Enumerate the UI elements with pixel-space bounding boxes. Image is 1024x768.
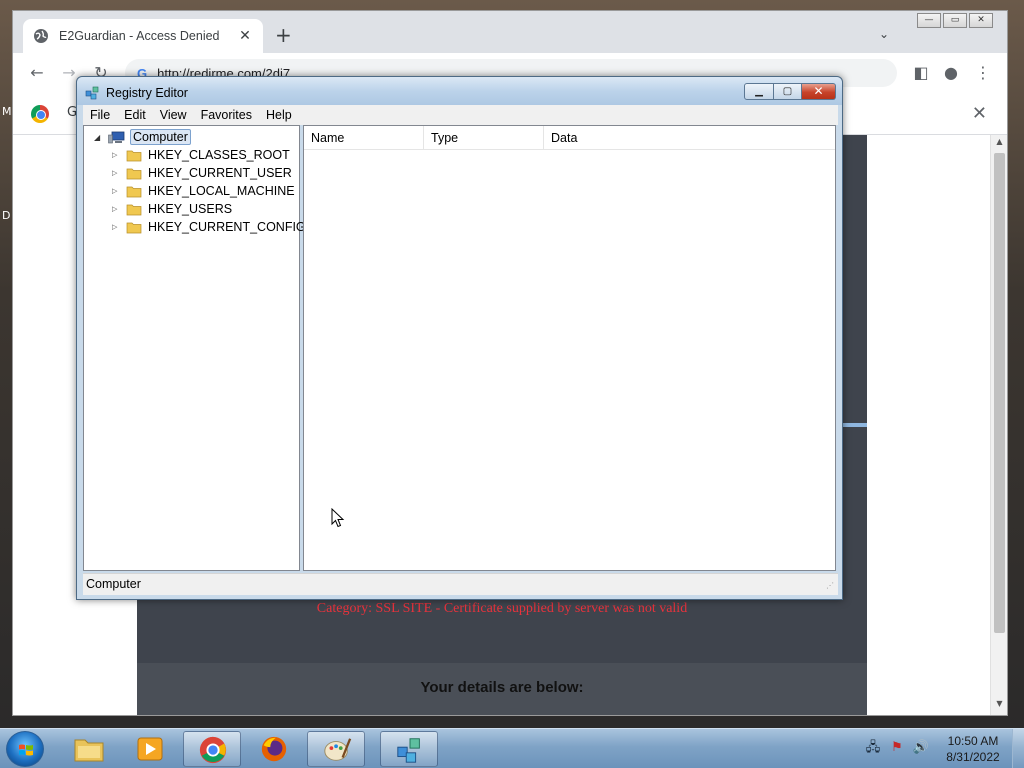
taskbar: 🖧 ⚑ 🔊 10:50 AM 8/31/2022 bbox=[0, 728, 1024, 768]
tree-item[interactable]: ▷ HKEY_CLASSES_ROOT bbox=[112, 147, 290, 163]
new-tab-icon[interactable]: + bbox=[275, 25, 292, 45]
tree-item[interactable]: ▷ HKEY_CURRENT_CONFIG bbox=[112, 219, 306, 235]
tree-label[interactable]: HKEY_USERS bbox=[148, 202, 232, 216]
tree-item[interactable]: ▷ HKEY_CURRENT_USER bbox=[112, 165, 292, 181]
firefox-icon bbox=[261, 736, 287, 762]
regedit-title: Registry Editor bbox=[106, 86, 188, 100]
tree-label[interactable]: HKEY_LOCAL_MACHINE bbox=[148, 184, 295, 198]
chrome-icon bbox=[199, 736, 227, 764]
folder-icon bbox=[126, 204, 142, 215]
expand-icon[interactable]: ▷ bbox=[112, 223, 122, 231]
profile-icon[interactable]: ● bbox=[941, 63, 961, 82]
regedit-icon bbox=[85, 86, 99, 100]
category-message: Category: SSL SITE - Certificate supplie… bbox=[316, 601, 688, 616]
tree-item-computer[interactable]: ◢ Computer bbox=[94, 129, 191, 145]
desktop-letter-m: M bbox=[2, 105, 12, 118]
tree-label[interactable]: HKEY_CURRENT_USER bbox=[148, 166, 292, 180]
computer-icon bbox=[108, 131, 125, 143]
taskbar-chrome[interactable] bbox=[183, 731, 241, 767]
media-player-icon bbox=[137, 737, 163, 761]
list-header: Name Type Data bbox=[304, 126, 835, 150]
taskbar-media-player[interactable] bbox=[121, 731, 179, 767]
minimize-button[interactable]: — bbox=[917, 13, 941, 28]
volume-icon[interactable]: 🔊 bbox=[912, 739, 930, 757]
regedit-icon bbox=[397, 738, 420, 763]
registry-values-list[interactable]: Name Type Data bbox=[303, 125, 836, 571]
details-heading: Your details are below: bbox=[420, 679, 584, 696]
browser-tab[interactable]: E2Guardian - Access Denied ✕ bbox=[23, 19, 263, 53]
page-scrollbar[interactable]: ▲ ▼ bbox=[990, 135, 1007, 715]
folder-icon bbox=[126, 222, 142, 233]
chrome-logo-icon bbox=[31, 105, 49, 123]
registry-tree[interactable]: ◢ Computer ▷ HKEY_CLASSES_ROOT ▷ HKEY_CU… bbox=[83, 125, 306, 571]
tree-label[interactable]: HKEY_CURRENT_CONFIG bbox=[148, 220, 306, 234]
close-button[interactable]: ✕ bbox=[969, 13, 993, 28]
resize-grip-icon[interactable]: ⋰ bbox=[826, 581, 834, 590]
menu-file[interactable]: File bbox=[83, 108, 117, 122]
column-header-type[interactable]: Type bbox=[424, 126, 544, 150]
network-icon[interactable]: 🖧 bbox=[864, 739, 882, 757]
tree-label-computer[interactable]: Computer bbox=[130, 129, 191, 145]
taskbar-firefox[interactable] bbox=[245, 731, 303, 767]
system-clock[interactable]: 10:50 AM 8/31/2022 bbox=[940, 733, 1006, 765]
windows-logo-icon bbox=[19, 744, 33, 756]
taskbar-explorer[interactable] bbox=[60, 731, 118, 767]
folder-icon bbox=[74, 739, 104, 762]
menu-edit[interactable]: Edit bbox=[117, 108, 153, 122]
expand-icon[interactable]: ▷ bbox=[112, 169, 122, 177]
taskbar-regedit[interactable] bbox=[380, 731, 438, 767]
column-header-name[interactable]: Name bbox=[304, 126, 424, 150]
regedit-maximize-button[interactable]: ▢ bbox=[774, 83, 802, 100]
scroll-thumb[interactable] bbox=[994, 153, 1005, 633]
tree-item[interactable]: ▷ HKEY_LOCAL_MACHINE bbox=[112, 183, 295, 199]
folder-icon bbox=[126, 186, 142, 197]
maximize-button[interactable]: ▭ bbox=[943, 13, 967, 28]
menu-icon[interactable]: ⋮ bbox=[973, 63, 993, 82]
scroll-up-icon[interactable]: ▲ bbox=[991, 137, 1008, 151]
folder-icon bbox=[126, 168, 142, 179]
desktop-edge-text: M D bbox=[2, 60, 12, 268]
infobar-close-icon[interactable]: ✕ bbox=[972, 103, 987, 124]
back-icon[interactable]: ← bbox=[27, 63, 47, 82]
clock-time: 10:50 AM bbox=[947, 734, 999, 748]
tab-close-icon[interactable]: ✕ bbox=[237, 28, 253, 44]
browser-window-controls: — ▭ ✕ bbox=[917, 13, 993, 28]
menu-favorites[interactable]: Favorites bbox=[194, 108, 259, 122]
tab-search-icon[interactable]: ⌄ bbox=[879, 27, 889, 41]
regedit-minimize-button[interactable]: ▁ bbox=[744, 83, 774, 100]
paint-icon bbox=[324, 738, 352, 761]
collapse-icon[interactable]: ◢ bbox=[94, 133, 108, 142]
desktop-letter-d: D bbox=[2, 209, 11, 222]
menu-view[interactable]: View bbox=[153, 108, 194, 122]
folder-icon bbox=[126, 150, 142, 161]
column-header-data[interactable]: Data bbox=[544, 126, 835, 150]
regedit-titlebar[interactable]: Registry Editor ▁ ▢ ✕ bbox=[77, 77, 842, 105]
expand-icon[interactable]: ▷ bbox=[112, 151, 122, 159]
show-desktop-button[interactable] bbox=[1012, 729, 1024, 768]
tab-title: E2Guardian - Access Denied bbox=[59, 29, 220, 43]
regedit-menubar: File Edit View Favorites Help bbox=[83, 105, 838, 125]
tree-item[interactable]: ▷ HKEY_USERS bbox=[112, 201, 232, 217]
expand-icon[interactable]: ▷ bbox=[112, 187, 122, 195]
tab-strip: E2Guardian - Access Denied ✕ + ⌄ — ▭ ✕ bbox=[13, 11, 1007, 53]
regedit-close-button[interactable]: ✕ bbox=[802, 83, 836, 100]
start-button[interactable] bbox=[6, 731, 44, 767]
tree-label[interactable]: HKEY_CLASSES_ROOT bbox=[148, 148, 290, 162]
menu-help[interactable]: Help bbox=[259, 108, 299, 122]
mouse-cursor-icon bbox=[331, 508, 345, 528]
registry-editor-window: Registry Editor ▁ ▢ ✕ File Edit View Fav… bbox=[76, 76, 843, 600]
side-panel-icon[interactable]: ◧ bbox=[911, 63, 931, 82]
action-center-flag-icon[interactable]: ⚑ bbox=[888, 739, 906, 757]
globe-icon bbox=[34, 29, 48, 43]
system-tray: 🖧 ⚑ 🔊 bbox=[864, 739, 930, 757]
taskbar-paint[interactable] bbox=[307, 731, 365, 767]
regedit-window-controls: ▁ ▢ ✕ bbox=[744, 83, 836, 100]
panel-accent bbox=[843, 423, 867, 427]
clock-date: 8/31/2022 bbox=[946, 750, 1000, 764]
expand-icon[interactable]: ▷ bbox=[112, 205, 122, 213]
scroll-down-icon[interactable]: ▼ bbox=[991, 699, 1008, 713]
regedit-status-bar: Computer bbox=[83, 573, 838, 595]
